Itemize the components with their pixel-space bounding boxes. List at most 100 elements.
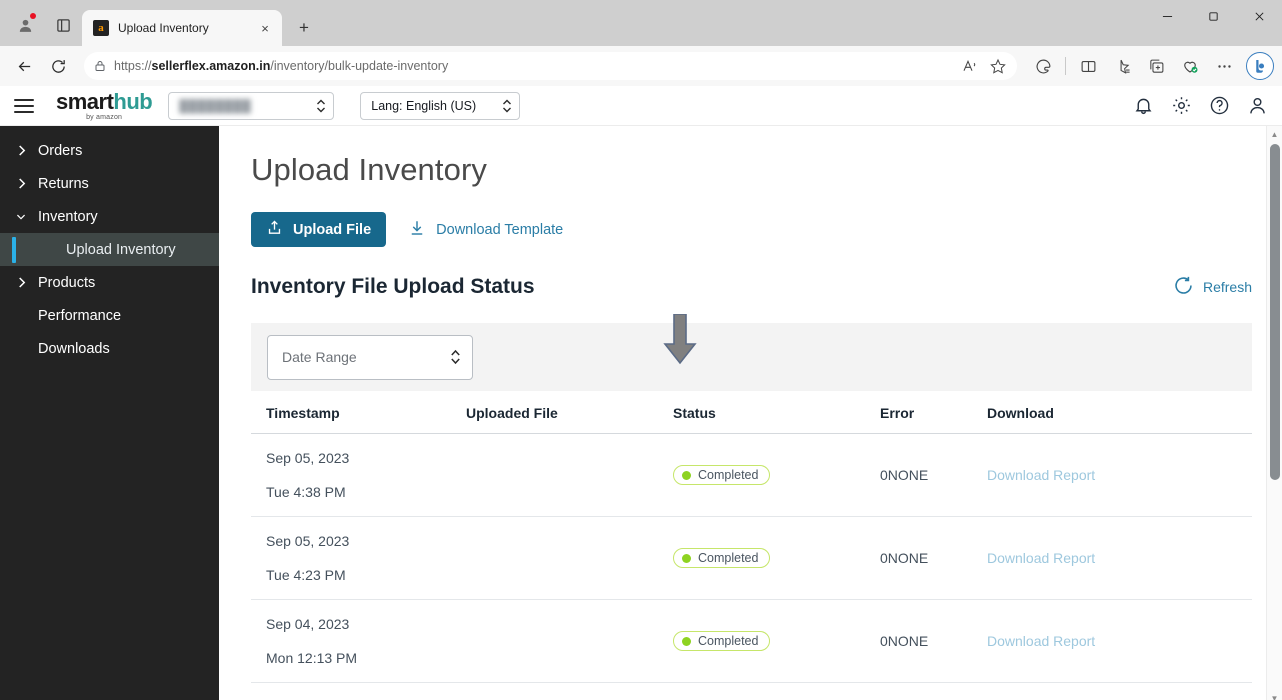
tab-strip: a Upload Inventory × + <box>0 0 1282 46</box>
tab-search-icon[interactable] <box>48 10 78 40</box>
status-label: Completed <box>698 551 759 565</box>
new-tab-button[interactable]: + <box>290 14 318 42</box>
sidebar-item-returns[interactable]: Returns <box>0 167 219 200</box>
sidebar-item-upload-inventory[interactable]: Upload Inventory <box>0 233 219 266</box>
tab-title: Upload Inventory <box>118 21 209 35</box>
download-report-link[interactable]: Download Report <box>987 633 1095 649</box>
hamburger-menu-icon[interactable] <box>14 98 34 113</box>
back-arrow-icon[interactable] <box>8 50 40 82</box>
cell-error: 0NONE <box>880 433 987 517</box>
close-icon[interactable]: × <box>256 19 274 37</box>
help-question-icon[interactable] <box>1209 95 1230 116</box>
status-label: Completed <box>698 468 759 482</box>
date-range-placeholder: Date Range <box>282 349 357 365</box>
minimize-button[interactable] <box>1144 0 1190 32</box>
cell-uploaded-file <box>466 433 673 517</box>
smarthub-logo: smarthub by amazon <box>56 88 153 121</box>
scroll-down-arrow-icon[interactable]: ▼ <box>1267 690 1282 700</box>
cell-download: Download Report <box>987 433 1252 517</box>
chevron-right-icon <box>16 144 26 157</box>
language-select[interactable]: Lang: English (US) <box>360 91 521 120</box>
collections-icon[interactable] <box>1106 50 1138 82</box>
add-tabs-to-collection-icon[interactable] <box>1140 50 1172 82</box>
status-badge: Completed <box>673 465 771 485</box>
sidebar-item-label: Upload Inventory <box>66 241 176 258</box>
upload-file-label: Upload File <box>293 221 372 238</box>
scroll-up-arrow-icon[interactable]: ▲ <box>1267 126 1282 142</box>
date-range-select[interactable]: Date Range <box>267 334 473 380</box>
status-dot-icon <box>682 553 691 563</box>
browser-essentials-icon[interactable] <box>1027 50 1059 82</box>
cell-timestamp: Sep 05, 2023 Tue 4:38 PM <box>251 433 466 517</box>
chevron-down-icon <box>16 212 26 221</box>
toolbar-divider <box>1065 57 1066 75</box>
chevron-updown-icon <box>502 97 512 115</box>
timestamp-time: Tue 4:38 PM <box>266 484 346 500</box>
download-report-link[interactable]: Download Report <box>987 467 1095 483</box>
settings-gear-icon[interactable] <box>1171 95 1192 116</box>
reload-icon[interactable] <box>42 50 74 82</box>
notifications-bell-icon[interactable] <box>1133 95 1154 116</box>
close-window-button[interactable] <box>1236 0 1282 32</box>
maximize-button[interactable] <box>1190 0 1236 32</box>
timestamp-date: Sep 05, 2023 <box>266 450 350 466</box>
cell-download: Download Report <box>987 516 1252 600</box>
chevron-right-icon <box>16 276 26 289</box>
profile-button[interactable] <box>8 10 42 40</box>
logo-byline: by amazon <box>86 113 123 121</box>
settings-more-icon[interactable] <box>1208 50 1240 82</box>
status-dot-icon <box>682 636 691 646</box>
browser-toolbar: https://sellerflex.amazon.in/inventory/b… <box>0 46 1282 86</box>
address-bar[interactable]: https://sellerflex.amazon.in/inventory/b… <box>84 52 1017 80</box>
user-account-icon[interactable] <box>1247 95 1268 116</box>
upload-icon <box>266 219 283 240</box>
column-header-status: Status <box>673 391 880 434</box>
page-title: Upload Inventory <box>251 152 487 187</box>
sidebar-item-products[interactable]: Products <box>0 266 219 299</box>
logo-text-smart: smart <box>56 88 114 114</box>
sidebar-item-performance[interactable]: Performance <box>0 299 219 332</box>
refresh-button[interactable]: Refresh <box>1173 275 1252 299</box>
sidebar-item-label: Inventory <box>38 208 98 225</box>
cell-timestamp: Sep 05, 2023 Tue 4:23 PM <box>251 516 466 600</box>
sidebar-item-orders[interactable]: Orders <box>0 134 219 167</box>
scrollbar-thumb[interactable] <box>1270 144 1280 480</box>
language-select-value: Lang: English (US) <box>371 98 477 113</box>
logo-text-hub: hub <box>113 88 153 114</box>
cell-status: Completed <box>673 433 880 517</box>
favorite-star-icon[interactable] <box>985 53 1011 79</box>
section-title: Inventory File Upload Status <box>251 275 535 298</box>
cell-download: Download Report <box>987 599 1252 683</box>
split-screen-icon[interactable] <box>1072 50 1104 82</box>
cell-status: Completed <box>673 599 880 683</box>
status-badge: Completed <box>673 548 771 568</box>
download-report-link[interactable]: Download Report <box>987 550 1095 566</box>
timestamp-time: Tue 4:23 PM <box>266 567 346 583</box>
upload-file-button[interactable]: Upload File <box>251 212 387 247</box>
sidebar-item-inventory[interactable]: Inventory <box>0 200 219 233</box>
sidebar-item-label: Products <box>38 274 96 291</box>
url-text: https://sellerflex.amazon.in/inventory/b… <box>114 59 449 73</box>
download-template-button[interactable]: Download Template <box>408 219 563 241</box>
table-row: Sep 05, 2023 Tue 4:23 PM Completed 0NONE <box>251 516 1252 600</box>
sidebar-item-downloads[interactable]: Downloads <box>0 332 219 365</box>
cell-status: Completed <box>673 516 880 600</box>
table-row: Sep 05, 2023 Tue 4:38 PM Completed 0NONE <box>251 433 1252 517</box>
account-select[interactable]: ████████ <box>168 91 335 120</box>
browser-window: a Upload Inventory × + https://sellerfle… <box>0 0 1282 700</box>
cell-timestamp: Sep 04, 2023 Mon 12:13 PM <box>251 599 466 683</box>
column-header-download: Download <box>987 391 1252 434</box>
vertical-scrollbar[interactable]: ▲ ▼ <box>1266 126 1282 700</box>
table-row: Sep 04, 2023 Mon 12:13 PM Completed 0NON… <box>251 599 1252 683</box>
app-body: Orders Returns Inventory Upload Inventor… <box>0 126 1282 700</box>
action-row: Upload File Download Template <box>233 188 1282 247</box>
status-badge: Completed <box>673 631 771 651</box>
chevron-right-icon <box>16 177 26 190</box>
cell-error: 0NONE <box>880 599 987 683</box>
bing-copilot-icon[interactable] <box>1246 52 1274 80</box>
account-select-value: ████████ <box>179 98 252 113</box>
shopping-icon[interactable] <box>1174 50 1206 82</box>
read-aloud-icon[interactable] <box>957 53 983 79</box>
browser-tab[interactable]: a Upload Inventory × <box>82 10 282 46</box>
lock-icon <box>94 60 106 72</box>
